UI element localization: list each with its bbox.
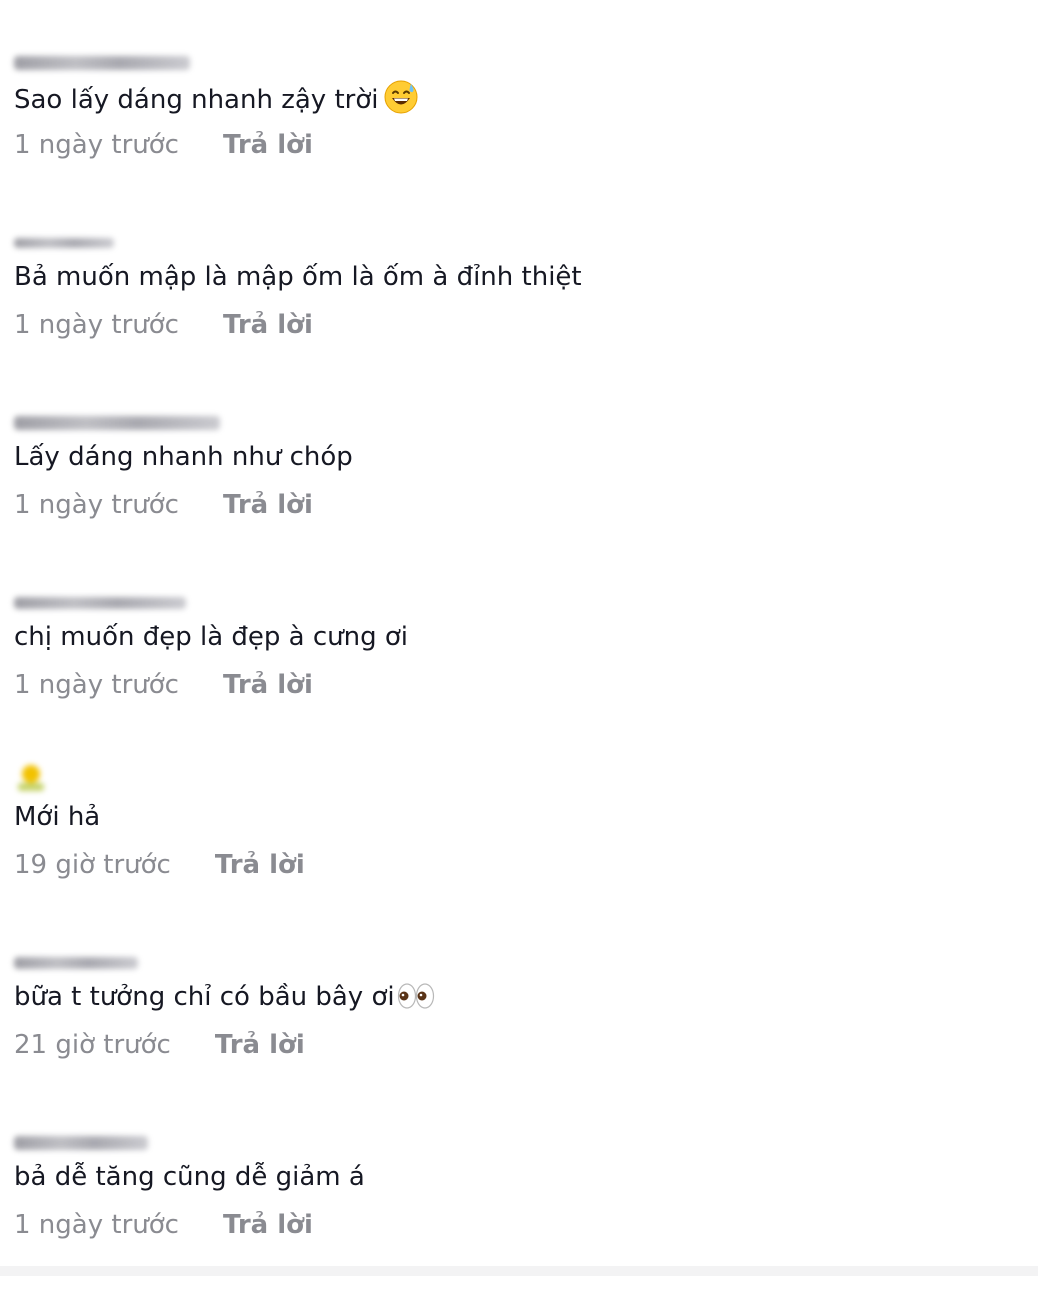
comment-meta: 1 ngày trước Trả lời [14, 488, 313, 522]
blurred-username [14, 957, 138, 969]
comment-meta: 1 ngày trước Trả lời [14, 128, 313, 162]
comment-text: Mới hả [14, 802, 101, 832]
username-blurred[interactable] [14, 230, 114, 256]
eyes-emoji-icon [397, 981, 435, 1020]
reply-button[interactable]: Trả lời [223, 490, 313, 520]
comment-text: chị muốn đẹp là đẹp à cưng ơi [14, 622, 409, 652]
username-blurred[interactable] [14, 410, 220, 436]
comment-meta: 1 ngày trước Trả lời [14, 1208, 313, 1242]
blurred-avatar [14, 759, 44, 793]
comment-meta: 1 ngày trước Trả lời [14, 308, 313, 342]
blurred-username [14, 1136, 148, 1150]
comment-item: bả dễ tăng cũng dễ giảm á 1 ngày trước Tr… [14, 1130, 1014, 1310]
comment-meta: 19 giờ trước Trả lời [14, 848, 305, 882]
timestamp: 19 giờ trước [14, 850, 171, 880]
comment-item: Sao lấy dáng nhanh zậy trời 1 ngày trước… [14, 50, 1014, 230]
timestamp: 1 ngày trước [14, 310, 179, 340]
comment-text-row: bữa t tưởng chỉ có bầu bây ơi [14, 980, 435, 1020]
username-blurred[interactable] [14, 590, 186, 616]
username-blurred[interactable] [14, 950, 138, 976]
comment-text-row: Lấy dáng nhanh như chóp [14, 440, 353, 474]
grinning-sweat-emoji-icon [384, 80, 418, 123]
comment-item: Lấy dáng nhanh như chóp 1 ngày trước Trả … [14, 410, 1014, 590]
reply-button[interactable]: Trả lời [223, 130, 313, 160]
reply-button[interactable]: Trả lời [215, 850, 305, 880]
blurred-username [14, 597, 186, 609]
timestamp: 21 giờ trước [14, 1030, 171, 1060]
comment-item: Mới hả 19 giờ trước Trả lời [14, 765, 1014, 950]
comment-text: bả dễ tăng cũng dễ giảm á [14, 1162, 365, 1192]
comment-text: bữa t tưởng chỉ có bầu bây ơi [14, 982, 395, 1012]
comment-text-row: chị muốn đẹp là đẹp à cưng ơi [14, 620, 408, 654]
comment-text: Sao lấy dáng nhanh zậy trời [14, 85, 379, 115]
comment-item: Bả muốn mập là mập ốm là ốm à đỉnh thiệt… [14, 230, 1014, 410]
reply-button[interactable]: Trả lời [223, 310, 313, 340]
timestamp: 1 ngày trước [14, 490, 179, 520]
reply-button[interactable]: Trả lời [215, 1030, 305, 1060]
comment-text-row: Bả muốn mập là mập ốm là ốm à đỉnh thiệt [14, 260, 582, 294]
timestamp: 1 ngày trước [14, 670, 179, 700]
username-blurred[interactable] [14, 1130, 148, 1156]
reply-button[interactable]: Trả lời [223, 1210, 313, 1240]
blurred-username [14, 238, 114, 248]
comment-text-row: bả dễ tăng cũng dễ giảm á [14, 1160, 365, 1194]
blurred-username [14, 56, 190, 70]
username-blurred[interactable] [14, 756, 44, 796]
timestamp: 1 ngày trước [14, 1210, 179, 1240]
comment-text-row: Mới hả [14, 800, 100, 834]
reply-button[interactable]: Trả lời [223, 670, 313, 700]
comment-text-row: Sao lấy dáng nhanh zậy trời [14, 80, 418, 123]
comment-text: Lấy dáng nhanh như chóp [14, 442, 353, 472]
comment-meta: 1 ngày trước Trả lời [14, 668, 313, 702]
blurred-username [14, 416, 220, 430]
comment-item: bữa t tưởng chỉ có bầu bây ơi 21 giờ trư… [14, 950, 1014, 1130]
username-blurred[interactable] [14, 50, 190, 76]
comment-text: Bả muốn mập là mập ốm là ốm à đỉnh thiệt [14, 262, 582, 292]
bottom-divider [0, 1266, 1038, 1276]
comment-item: chị muốn đẹp là đẹp à cưng ơi 1 ngày trư… [14, 590, 1014, 770]
timestamp: 1 ngày trước [14, 130, 179, 160]
comment-meta: 21 giờ trước Trả lời [14, 1028, 305, 1062]
